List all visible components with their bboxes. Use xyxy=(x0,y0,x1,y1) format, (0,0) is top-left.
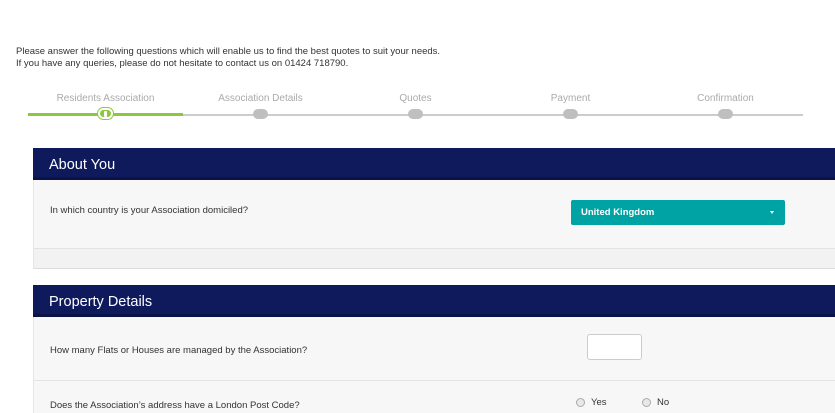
property-details-panel: Property Details How many Flats or House… xyxy=(33,285,835,413)
intro-line-2: If you have any queries, please do not h… xyxy=(16,58,349,69)
radio-circle-icon xyxy=(576,398,585,407)
flats-count-input[interactable] xyxy=(587,334,642,360)
panel-title: Property Details xyxy=(33,285,835,317)
step-dot-icon xyxy=(563,109,578,119)
step-quotes[interactable]: Quotes xyxy=(338,92,493,119)
radio-label: No xyxy=(657,397,670,408)
panel-body: How many Flats or Houses are managed by … xyxy=(33,317,835,413)
intro-text: Please answer the following questions wh… xyxy=(16,46,440,70)
caret-down-icon xyxy=(770,211,774,214)
postcode-no-radio[interactable]: No xyxy=(642,397,669,408)
step-dot-icon xyxy=(408,109,423,119)
step-dot-icon xyxy=(253,109,268,119)
step-label: Residents Association xyxy=(56,93,155,104)
postcode-question-label: Does the Association’s address have a Lo… xyxy=(50,400,300,411)
country-select[interactable]: United Kingdom xyxy=(571,200,785,225)
step-residents-association[interactable]: Residents Association xyxy=(28,92,183,119)
step-label: Confirmation xyxy=(697,93,754,104)
step-label: Association Details xyxy=(218,93,303,104)
step-label: Quotes xyxy=(399,93,432,104)
panel-body: In which country is your Association dom… xyxy=(33,180,835,269)
flats-question-row: How many Flats or Houses are managed by … xyxy=(34,317,835,381)
about-you-panel: About You In which country is your Assoc… xyxy=(33,148,835,269)
step-current-icon xyxy=(98,108,113,119)
intro-line-1: Please answer the following questions wh… xyxy=(16,46,441,57)
country-question-row: In which country is your Association dom… xyxy=(34,180,835,249)
flats-question-label: How many Flats or Houses are managed by … xyxy=(50,345,308,356)
step-association-details[interactable]: Association Details xyxy=(183,92,338,119)
postcode-question-row: Does the Association’s address have a Lo… xyxy=(34,381,835,413)
country-question-label: In which country is your Association dom… xyxy=(50,205,249,216)
step-dot-icon xyxy=(718,109,733,119)
panel-footer-row xyxy=(34,249,835,269)
radio-label: Yes xyxy=(591,397,607,408)
step-confirmation[interactable]: Confirmation xyxy=(648,92,803,119)
country-select-value: United Kingdom xyxy=(581,207,655,218)
radio-circle-icon xyxy=(642,398,651,407)
postcode-yes-radio[interactable]: Yes xyxy=(576,397,607,408)
panel-title: About You xyxy=(33,148,835,180)
step-label: Payment xyxy=(550,93,591,104)
progress-stepper: Residents Association Association Detail… xyxy=(28,92,803,124)
step-payment[interactable]: Payment xyxy=(493,92,648,119)
